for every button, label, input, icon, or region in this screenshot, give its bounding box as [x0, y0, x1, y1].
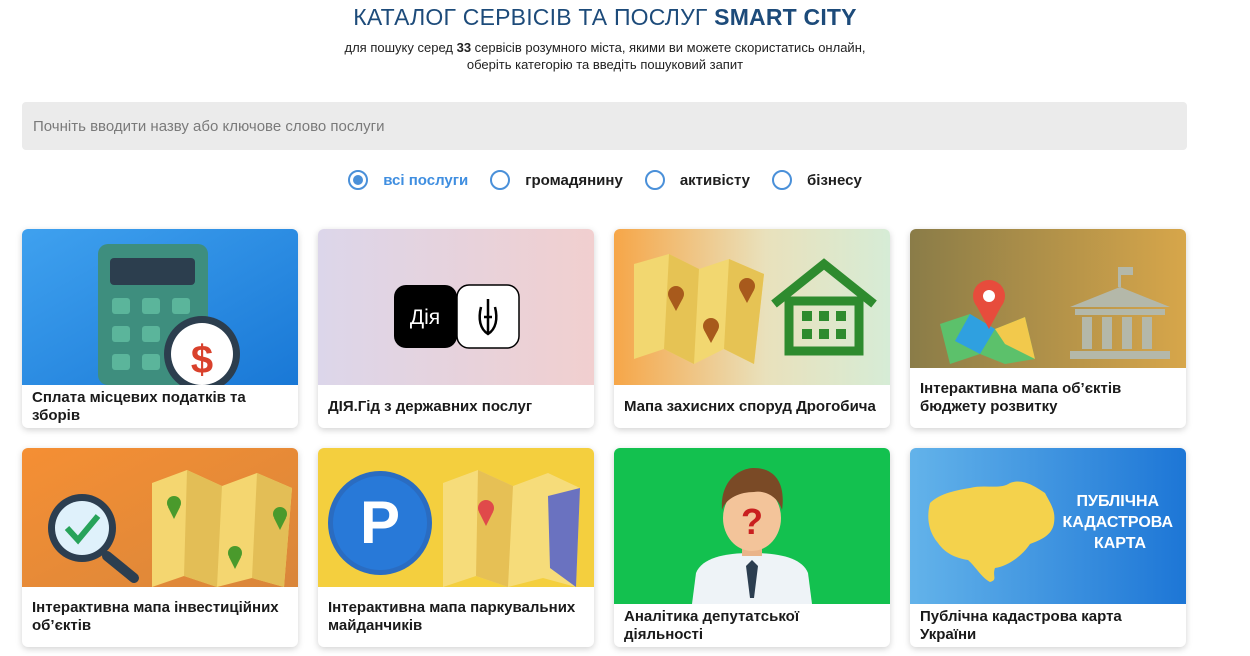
- services-count: 33: [456, 40, 472, 55]
- subtitle-line2: оберіть категорію та введіть пошуковий з…: [466, 57, 744, 72]
- search-input[interactable]: [22, 102, 1187, 150]
- card-title: Інтерактивна мапа паркувальних майданчик…: [328, 599, 576, 634]
- budget-map-icon: [910, 229, 1186, 368]
- page-subtitle: для пошуку серед 33 сервісів розумного м…: [0, 39, 1210, 73]
- radio-empty-icon[interactable]: [644, 170, 665, 190]
- cadastral-logo-line2: КАДАСТРОВА: [1062, 514, 1173, 531]
- service-card-taxes[interactable]: $ Сплата місцевих податків та зборів: [22, 229, 298, 428]
- question-mark-glyph: ?: [741, 501, 763, 542]
- card-title: Аналітика депутатської діяльності: [624, 607, 800, 643]
- investment-map-icon: [22, 448, 298, 587]
- service-card-parking-map[interactable]: P Інтерактивна мапа паркувальних майданч…: [318, 448, 594, 647]
- diia-logo-text: Дія: [410, 306, 440, 329]
- filter-label: всі послуги: [383, 171, 469, 189]
- parking-p-glyph: P: [360, 489, 400, 556]
- subtitle-pre: для пошуку серед: [344, 40, 457, 55]
- card-title: Мапа захисних споруд Дрогобича: [624, 397, 876, 415]
- filter-citizen[interactable]: громадянину: [490, 170, 623, 190]
- card-image: $: [22, 229, 298, 385]
- deputy-analytics-icon: ?: [614, 448, 890, 604]
- parking-map-icon: P: [318, 448, 594, 587]
- service-card-cadastral-map[interactable]: ПУБЛІЧНА КАДАСТРОВА КАРТА Публічна кадас…: [910, 448, 1186, 647]
- service-card-shelters[interactable]: Мапа захисних споруд Дрогобича: [614, 229, 890, 428]
- cadastral-map-icon: ПУБЛІЧНА КАДАСТРОВА КАРТА: [910, 448, 1186, 604]
- service-card-investment-map[interactable]: Інтерактивна мапа інвестиційних об’єктів: [22, 448, 298, 647]
- radio-selected-icon[interactable]: [348, 170, 369, 190]
- card-title: Інтерактивна мапа об’єктів бюджету розви…: [920, 380, 1122, 415]
- service-card-budget-map[interactable]: Інтерактивна мапа об’єктів бюджету розви…: [910, 229, 1186, 428]
- page-title-plain: КАТАЛОГ СЕРВІСІВ ТА ПОСЛУГ: [353, 4, 715, 30]
- cadastral-logo-line1: ПУБЛІЧНА: [1076, 493, 1159, 510]
- filter-label: активісту: [679, 171, 751, 189]
- card-image: ПУБЛІЧНА КАДАСТРОВА КАРТА: [910, 448, 1186, 604]
- card-image: P: [318, 448, 594, 587]
- search-bar: [22, 102, 1187, 150]
- radio-empty-icon[interactable]: [772, 170, 793, 190]
- calculator-dollar-icon: $: [22, 229, 298, 385]
- cadastral-logo-line3: КАРТА: [1094, 535, 1147, 552]
- card-image: ?: [614, 448, 890, 604]
- svg-text:$: $: [191, 338, 213, 382]
- card-title: Інтерактивна мапа інвестиційних об’єктів: [32, 599, 279, 634]
- card-image: [614, 229, 890, 385]
- subtitle-post: сервісів розумного міста, якими ви может…: [471, 40, 866, 55]
- card-title: Публічна кадастрова карта України: [920, 607, 1122, 643]
- diia-logo: Дія: [318, 229, 594, 385]
- shelter-map-icon: [614, 229, 890, 385]
- card-title: Сплата місцевих податків та зборів: [32, 388, 246, 424]
- card-image: Дія: [318, 229, 594, 385]
- card-image: [910, 229, 1186, 368]
- service-card-diia[interactable]: Дія ДІЯ.Гід з державних послуг: [318, 229, 594, 428]
- filter-business[interactable]: бізнесу: [772, 170, 862, 190]
- page-title-brand: SMART CITY: [714, 4, 857, 30]
- category-filters: всі послуги громадянину активісту бізнес…: [0, 169, 1210, 191]
- card-image: [22, 448, 298, 587]
- filter-activist[interactable]: активісту: [644, 170, 751, 190]
- filter-all-services[interactable]: всі послуги: [348, 170, 468, 190]
- filter-label: бізнесу: [807, 171, 862, 189]
- radio-empty-icon[interactable]: [490, 170, 511, 190]
- card-title: ДІЯ.Гід з державних послуг: [328, 397, 533, 415]
- service-card-deputy-analytics[interactable]: ? Аналітика депутатської діяльності: [614, 448, 890, 647]
- filter-label: громадянину: [525, 171, 623, 189]
- page-title: КАТАЛОГ СЕРВІСІВ ТА ПОСЛУГ SMART CITY: [0, 4, 1210, 31]
